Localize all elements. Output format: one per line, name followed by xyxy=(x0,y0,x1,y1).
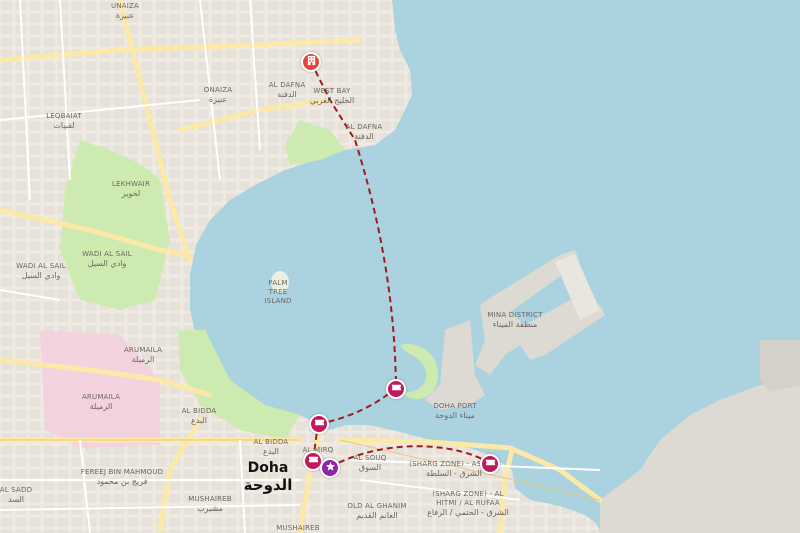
city-label: Doha الدوحة xyxy=(243,460,293,494)
label-lekhwair: LEKHWAIR لخوير xyxy=(111,180,151,198)
label-unaiza: UNAIZA عنيزة xyxy=(111,2,139,20)
attraction-marker-2[interactable] xyxy=(309,414,329,434)
building-icon xyxy=(306,53,317,71)
label-al-souq: AL SOUQ السوق xyxy=(353,454,387,472)
label-wadi-al-sail-2: WADI AL SAIL وادي السيل xyxy=(16,262,66,280)
label-al-bidda-1: AL BIDDA البدع xyxy=(181,407,217,425)
east-port-pier xyxy=(760,340,800,392)
attraction-marker-4[interactable] xyxy=(480,454,500,474)
ticket-icon xyxy=(314,415,325,433)
label-mushaireb-south: MUSHAIREB xyxy=(276,524,320,532)
label-al-bidda-2: AL BIDDA البدع xyxy=(253,438,289,456)
map-view[interactable]: UNAIZA عنيزة ONAIZA عنيزة AL DAFNA الدفنة W… xyxy=(0,0,800,533)
label-al-dafna-north: AL DAFNA الدفنة xyxy=(268,81,306,99)
ticket-icon xyxy=(308,452,319,470)
label-old-al-ghanim: OLD AL GHANIM الغانم القديم xyxy=(347,502,407,520)
label-onaiza: ONAIZA عنيزة xyxy=(203,86,233,104)
label-leqbaiat: LEQBAIAT لقبيات xyxy=(46,112,82,130)
label-al-dafna-south: AL DAFNA الدفنة xyxy=(345,123,383,141)
label-al-sadd: AL SADD السد xyxy=(0,486,33,504)
label-palm-tree-island: PALM TREE ISLAND xyxy=(264,279,292,305)
attraction-marker-1[interactable] xyxy=(386,379,406,399)
label-mushaireb: MUSHAIREB مشيرب xyxy=(188,495,232,513)
star-icon xyxy=(325,459,336,477)
label-wadi-al-sail-1: WADI AL SAIL وادي السيل xyxy=(82,250,132,268)
label-west-bay: WEST BAY الخليج الغربي xyxy=(309,87,355,105)
ticket-icon xyxy=(485,455,496,473)
label-arumaila-1: ARUMAILA الرميلة xyxy=(123,346,163,364)
label-doha-port: DOHA PORT ميناء الدوحة xyxy=(433,402,477,420)
hotel-marker[interactable] xyxy=(301,52,321,72)
label-sharg-rufaa: (SHARG ZONE) - AL HITMI / AL RUFAA الشرق … xyxy=(427,490,509,517)
favorite-marker[interactable] xyxy=(320,458,340,478)
label-arumaila-2: ARUMAILA الرميلة xyxy=(81,393,121,411)
label-mina-district: MINA DISTRICT منطقة الميناء xyxy=(487,311,543,329)
label-fereej-bin-mahmoud: FEREEJ BIN MAHMOUD فريج بن محمود xyxy=(80,468,164,486)
ticket-icon xyxy=(391,380,402,398)
